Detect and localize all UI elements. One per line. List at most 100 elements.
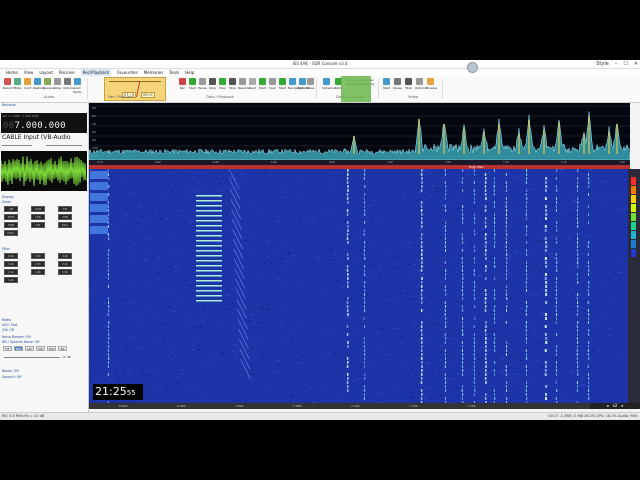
mode-button-lsb[interactable]: LSB (31, 214, 45, 220)
filter-button-18k[interactable]: 1.8k (31, 269, 45, 275)
slider-track[interactable] (46, 145, 82, 146)
color-scale-swatch[interactable] (631, 222, 636, 230)
color-scale-swatch[interactable] (631, 177, 636, 185)
mode-button-digl[interactable]: DIGL (58, 222, 72, 228)
agc-setting[interactable]: AGC: Fast (2, 323, 17, 327)
menu-home[interactable]: Home (6, 69, 18, 76)
filter-button-24k[interactable]: 2.4k (58, 261, 72, 267)
ribbon-button-options[interactable]: Options (63, 78, 75, 92)
section-mode[interactable]: Mode (2, 200, 11, 204)
ribbon-button-receive[interactable]: Receive (43, 78, 55, 92)
ribbon-button-navigation[interactable]: Navigation (288, 78, 304, 92)
menu-receive[interactable]: Receive (59, 69, 75, 76)
ribbon-button-scan[interactable]: Scan (268, 78, 277, 92)
band-button-lw[interactable]: LW (25, 346, 34, 351)
filter-button-10k[interactable]: 1.0k (4, 277, 18, 283)
video-stop-button[interactable]: Stop (404, 78, 413, 92)
band-button-mw[interactable]: MW (14, 346, 23, 351)
spectrum-display[interactable]: -50-60-70-80-90-100-110 (88, 103, 631, 161)
ribbon-button-stop[interactable]: Stop (208, 78, 217, 92)
ribbon-button-conf[interactable]: Conf (23, 78, 32, 92)
menu-rec-playback[interactable]: Rec/Playback (80, 69, 112, 76)
waterfall-signal (363, 285, 365, 288)
filter-button-21k[interactable]: 2.1k (4, 269, 18, 275)
filter-button-40k[interactable]: 4.0k (58, 253, 72, 259)
audio-source-name[interactable]: CABLE Input (VB-Audio (2, 134, 71, 141)
squelch-setting[interactable]: Squelch: Off (2, 375, 21, 379)
ribbon-button-next[interactable]: Next (248, 78, 257, 92)
volume-slider[interactable] (4, 357, 60, 358)
video-browse-button[interactable]: Browse (426, 78, 437, 92)
zoom-controls[interactable]: ◂ x2 ▸ (590, 403, 640, 409)
waterfall-sweep (233, 248, 245, 270)
mode-button-cw[interactable]: CW (31, 222, 45, 228)
ribbon-button-start[interactable]: Start (258, 78, 267, 92)
ribbon-button-show[interactable]: Show (306, 78, 315, 92)
waterfall-noise (344, 317, 348, 319)
filter-button-60k[interactable]: 6.0k (4, 253, 18, 259)
ribbon-button-record[interactable]: Record (3, 78, 13, 92)
filter-button-27k[interactable]: 2.7k (31, 261, 45, 267)
band-button-160[interactable]: 160 (47, 346, 56, 351)
section-filter[interactable]: Filter (2, 247, 10, 251)
color-scale-swatch[interactable] (631, 240, 636, 248)
section-radio[interactable]: Radio (2, 318, 11, 322)
waterfall-display[interactable] (89, 169, 628, 403)
mode-button-sam[interactable]: SAM (31, 206, 45, 212)
frequency-display[interactable]: RX 1 7.000 / 7.000 MHz 007.000.000 (1, 113, 87, 133)
section-display[interactable]: Display (2, 195, 14, 199)
noise-blanker-setting[interactable]: Noise Blanker: Off (2, 335, 31, 339)
maximize-button[interactable]: ☐ (623, 60, 627, 68)
mode-button-digu[interactable]: DIGU (4, 230, 18, 236)
zoom-in-icon[interactable]: ▸ (621, 403, 623, 409)
ribbon-button-start[interactable]: Start (188, 78, 197, 92)
slider-track[interactable] (2, 145, 32, 146)
audio-sliders[interactable] (2, 143, 86, 149)
video-options-button[interactable]: Options (415, 78, 427, 92)
ribbon-button-restore[interactable]: Restore (33, 78, 44, 92)
menu-favourites[interactable]: Favourites (117, 69, 138, 76)
ribbon-button-start[interactable]: Start (278, 78, 287, 92)
ribbon-button-schedule[interactable]: Schedule (322, 78, 336, 92)
waterfall-signal (347, 225, 349, 228)
menu-help[interactable]: Help (185, 69, 194, 76)
color-scale-swatch[interactable] (631, 249, 636, 257)
mode-button-dsb[interactable]: DSB (4, 222, 18, 228)
color-scale-swatch[interactable] (631, 186, 636, 194)
mode-button-am[interactable]: AM (4, 206, 18, 212)
band-button-sw[interactable]: SW (36, 346, 45, 351)
menu-view[interactable]: View (24, 69, 34, 76)
color-scale-swatch[interactable] (631, 204, 636, 212)
mode-button-fm[interactable]: FM (58, 206, 72, 212)
ribbon-button-slow[interactable]: Slow (53, 78, 62, 92)
ribbon-button-play[interactable]: Play (218, 78, 227, 92)
menu-layout[interactable]: Layout (39, 69, 53, 76)
color-scale-swatch[interactable] (631, 213, 636, 221)
ribbon-button-mute[interactable]: Mute (13, 78, 22, 92)
video-pause-button[interactable]: Pause (393, 78, 402, 92)
spectral-nr-setting[interactable]: NR / Spectral Noise: Off (2, 340, 40, 344)
close-button[interactable]: ✕ (634, 60, 638, 68)
ribbon-button-pause[interactable]: Pause (198, 78, 207, 92)
ribbon-button-stop[interactable]: Stop (228, 78, 237, 92)
color-scale-swatch[interactable] (631, 231, 636, 239)
menu-tools[interactable]: Tools (169, 69, 179, 76)
filter-button-50k[interactable]: 5.0k (31, 253, 45, 259)
filter-button-15k[interactable]: 1.5k (58, 269, 72, 275)
color-scale[interactable] (628, 169, 640, 403)
filter-button-30k[interactable]: 3.0k (4, 261, 18, 267)
mode-button-wfm[interactable]: WFM (4, 214, 18, 220)
color-scale-swatch[interactable] (631, 195, 636, 203)
ribbon-button-resume[interactable]: Resume (238, 78, 250, 92)
zoom-out-icon[interactable]: ◂ (607, 403, 609, 409)
cw-setting[interactable]: CW: Off (2, 328, 14, 332)
mode-button-usb[interactable]: USB (58, 214, 72, 220)
menu-memories[interactable]: Memories (144, 69, 164, 76)
minimize-button[interactable]: – (615, 60, 618, 68)
video-start-button[interactable]: Start (382, 78, 391, 92)
ribbon-button-rec[interactable]: Rec (178, 78, 187, 92)
ribbon-button-lock-radio[interactable]: Lock Radio (73, 78, 82, 94)
band-button-80[interactable]: 80 (58, 346, 67, 351)
bands-setting[interactable]: Bands: Off (2, 369, 19, 373)
band-button-hf[interactable]: HF (3, 346, 12, 351)
